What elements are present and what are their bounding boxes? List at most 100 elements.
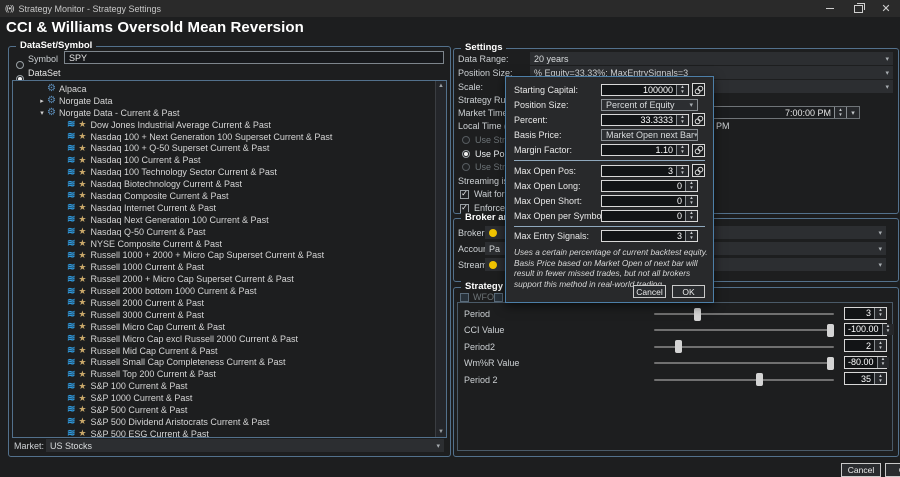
tree-item[interactable]: ≋★S&P 1000 Current & Past bbox=[13, 392, 446, 404]
spinner-buttons[interactable]: ▲▼ bbox=[685, 196, 697, 206]
link-variable-button[interactable] bbox=[692, 164, 705, 177]
tree-item[interactable]: ≋★S&P 500 Dividend Aristocrats Current &… bbox=[13, 416, 446, 428]
spinner-buttons[interactable]: ▲▼ bbox=[882, 324, 894, 335]
tree-item[interactable]: ≋★Nasdaq Biotechnology Current & Past bbox=[13, 178, 446, 190]
dataset-label: DataSet bbox=[28, 68, 61, 78]
spinner-buttons[interactable]: ▲▼ bbox=[676, 145, 688, 155]
expander-icon[interactable]: ▾ bbox=[37, 109, 47, 117]
slider-thumb[interactable] bbox=[675, 340, 682, 353]
spinner-buttons[interactable]: ▲▼ bbox=[685, 211, 697, 221]
tree-item[interactable]: ≋★S&P 100 Current & Past bbox=[13, 380, 446, 392]
tree-item[interactable]: ≋★Nasdaq 100 Technology Sector Current &… bbox=[13, 166, 446, 178]
popup-spin-field[interactable]: 33.3333▲▼ bbox=[601, 114, 689, 126]
tree-item[interactable]: ≋★Nasdaq Next Generation 100 Current & P… bbox=[13, 214, 446, 226]
tree-item[interactable]: ≋★Russell 2000 + Micro Cap Superset Curr… bbox=[13, 273, 446, 285]
wfo-checkbox[interactable]: ✓ WFO bbox=[460, 292, 494, 302]
parameter-slider[interactable] bbox=[654, 313, 834, 315]
link-variable-button[interactable] bbox=[692, 83, 705, 96]
tree-item[interactable]: ⚙Alpaca bbox=[13, 83, 446, 95]
popup-spin-field[interactable]: 0▲▼ bbox=[601, 195, 698, 207]
tree-item[interactable]: ≋★S&P 500 ESG Current & Past bbox=[13, 428, 446, 438]
close-button[interactable]: ✕ bbox=[872, 0, 900, 17]
time-spinner[interactable]: ▲▼ bbox=[834, 107, 846, 118]
tree-item[interactable]: ≋★Dow Jones Industrial Average Current &… bbox=[13, 119, 446, 131]
spinner-buttons[interactable]: ▲▼ bbox=[874, 340, 886, 351]
parameter-value-field[interactable]: 3▲▼ bbox=[844, 307, 887, 320]
tree-item[interactable]: ≋★Nasdaq 100 + Q-50 Superset Current & P… bbox=[13, 142, 446, 154]
popup-select-field[interactable]: Market Open next Bar▾ bbox=[601, 129, 698, 141]
popup-spin-field[interactable]: 100000▲▼ bbox=[601, 84, 689, 96]
popup-separator bbox=[514, 160, 705, 161]
dataset-icon: ≋ bbox=[67, 286, 75, 297]
slider-thumb[interactable] bbox=[756, 373, 763, 386]
tree-item[interactable]: ≋★Nasdaq 100 + Next Generation 100 Super… bbox=[13, 131, 446, 143]
parameter-slider[interactable] bbox=[654, 346, 834, 348]
spinner-buttons[interactable]: ▲▼ bbox=[874, 308, 886, 319]
gear-icon: ⚙ bbox=[47, 95, 56, 106]
tree-item[interactable]: ≋★Nasdaq Internet Current & Past bbox=[13, 202, 446, 214]
tree-item[interactable]: ≋★S&P 500 Current & Past bbox=[13, 404, 446, 416]
cancel-button[interactable]: Cancel bbox=[841, 463, 881, 477]
tree-item[interactable]: ≋★NYSE Composite Current & Past bbox=[13, 238, 446, 250]
tree-item[interactable]: ≋★Russell 3000 Current & Past bbox=[13, 309, 446, 321]
tree-item[interactable]: ≋★Russell Micro Cap excl Russell 2000 Cu… bbox=[13, 333, 446, 345]
slider-thumb[interactable] bbox=[694, 308, 701, 321]
parameter-slider[interactable] bbox=[654, 379, 834, 381]
popup-spin-field[interactable]: 0▲▼ bbox=[601, 210, 698, 222]
tree-item[interactable]: ≋★Russell 2000 bottom 1000 Current & Pas… bbox=[13, 285, 446, 297]
tree-item[interactable]: ≋★Russell 1000 Current & Past bbox=[13, 261, 446, 273]
popup-select-field[interactable]: Percent of Equity▾ bbox=[601, 99, 698, 111]
ok-button[interactable]: OK bbox=[885, 463, 900, 477]
popup-spin-field[interactable]: 3▲▼ bbox=[601, 230, 698, 242]
time-dropdown-button[interactable]: ▾ bbox=[846, 107, 859, 118]
scroll-down-icon[interactable]: ▼ bbox=[436, 427, 446, 437]
parameter-slider[interactable] bbox=[654, 329, 834, 331]
tree-item[interactable]: ≋★Russell Micro Cap Current & Past bbox=[13, 321, 446, 333]
tree-item-label: Russell Mid Cap Current & Past bbox=[90, 346, 217, 356]
parameter-value-field[interactable]: 35▲▼ bbox=[844, 372, 887, 385]
dataset-icon: ≋ bbox=[67, 416, 75, 427]
slider-thumb[interactable] bbox=[827, 357, 834, 370]
symbol-input[interactable]: SPY bbox=[64, 51, 444, 64]
tree-item[interactable]: ≋★Nasdaq Composite Current & Past bbox=[13, 190, 446, 202]
popup-cancel-button[interactable]: Cancel bbox=[633, 285, 666, 298]
parameter-value-field[interactable]: -100.00▲▼ bbox=[844, 323, 887, 336]
parameter-value-field[interactable]: 2▲▼ bbox=[844, 339, 887, 352]
parameter-value-field[interactable]: -80.00▲▼ bbox=[844, 356, 887, 369]
minimize-button[interactable] bbox=[816, 0, 844, 17]
spinner-buttons[interactable]: ▲▼ bbox=[676, 166, 688, 176]
spinner-buttons[interactable]: ▲▼ bbox=[877, 357, 889, 368]
tree-item[interactable]: ≋★Nasdaq 100 Current & Past bbox=[13, 154, 446, 166]
slider-thumb[interactable] bbox=[827, 324, 834, 337]
spinner-buttons[interactable]: ▲▼ bbox=[685, 231, 697, 241]
tree-item[interactable]: ≋★Russell Mid Cap Current & Past bbox=[13, 345, 446, 357]
scroll-up-icon[interactable]: ▲ bbox=[436, 81, 446, 91]
popup-field-value: 3 bbox=[602, 166, 676, 176]
link-variable-button[interactable] bbox=[692, 144, 705, 157]
market-dropdown[interactable]: US Stocks ▾ bbox=[46, 439, 444, 452]
popup-field-row: Starting Capital:100000▲▼ bbox=[514, 82, 705, 97]
tree-item[interactable]: ▾⚙Norgate Data - Current & Past bbox=[13, 107, 446, 119]
tree-item[interactable]: ≋★Russell Top 200 Current & Past bbox=[13, 368, 446, 380]
expander-icon[interactable]: ▸ bbox=[37, 97, 47, 105]
popup-spin-field[interactable]: 1.10▲▼ bbox=[601, 144, 689, 156]
spinner-buttons[interactable]: ▲▼ bbox=[676, 85, 688, 95]
spinner-buttons[interactable]: ▲▼ bbox=[685, 181, 697, 191]
popup-ok-button[interactable]: OK bbox=[672, 285, 705, 298]
tree-item[interactable]: ≋★Russell 1000 + 2000 + Micro Cap Supers… bbox=[13, 249, 446, 261]
tree-item[interactable]: ≋★Russell 2000 Current & Past bbox=[13, 297, 446, 309]
popup-spin-field[interactable]: 0▲▼ bbox=[601, 180, 698, 192]
data-range-dropdown[interactable]: 20 years ▾ bbox=[530, 52, 893, 65]
parameter-row: Period 235▲▼ bbox=[458, 371, 892, 387]
tree-item[interactable]: ≋★Russell Small Cap Completeness Current… bbox=[13, 356, 446, 368]
popup-spin-field[interactable]: 3▲▼ bbox=[601, 165, 689, 177]
tree-item[interactable]: ≋★Nasdaq Q-50 Current & Past bbox=[13, 226, 446, 238]
tree-scrollbar[interactable]: ▲ ▼ bbox=[435, 81, 446, 437]
tree-item[interactable]: ▸⚙Norgate Data bbox=[13, 95, 446, 107]
parameter-slider[interactable] bbox=[654, 362, 834, 364]
spinner-buttons[interactable]: ▲▼ bbox=[874, 373, 886, 384]
restore-button[interactable] bbox=[844, 0, 872, 17]
tree-item-label: Russell Micro Cap excl Russell 2000 Curr… bbox=[90, 334, 298, 344]
spinner-buttons[interactable]: ▲▼ bbox=[676, 115, 688, 125]
link-variable-button[interactable] bbox=[692, 113, 705, 126]
